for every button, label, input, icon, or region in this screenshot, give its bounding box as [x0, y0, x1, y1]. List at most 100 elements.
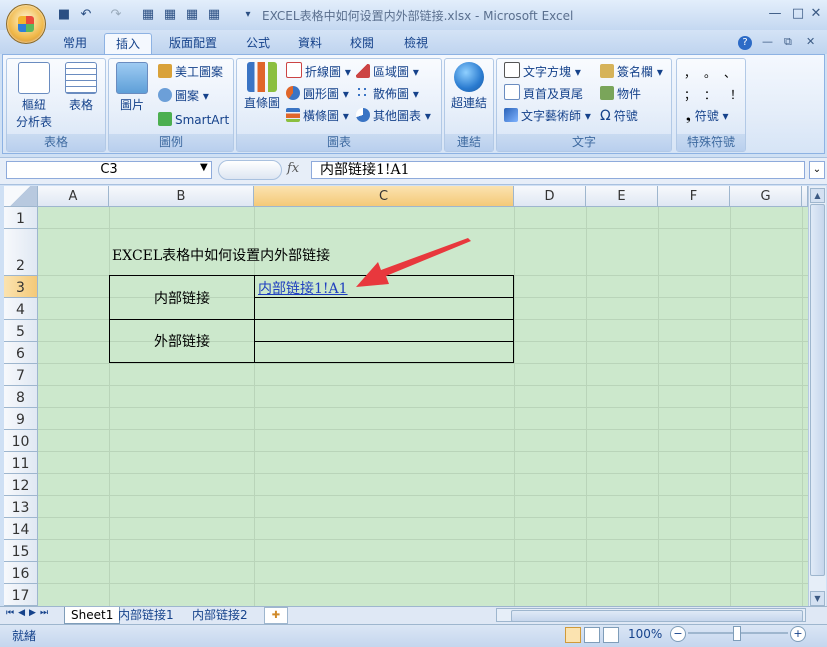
- shapes-button[interactable]: 圖案 ▾: [158, 86, 209, 106]
- tab-view[interactable]: 檢視: [396, 33, 436, 54]
- qa-customize-icon[interactable]: ▾: [240, 7, 256, 23]
- minimize-button[interactable]: —: [765, 5, 785, 23]
- column-header-a[interactable]: A: [38, 186, 109, 207]
- row-header-17[interactable]: 17: [4, 584, 38, 606]
- scatter-chart-button[interactable]: 散佈圖 ▾: [356, 84, 419, 104]
- cell-c6[interactable]: [254, 341, 514, 363]
- row-header-1[interactable]: 1: [4, 207, 38, 229]
- row-header-5[interactable]: 5: [4, 320, 38, 342]
- qa-table3-icon[interactable]: ▦: [184, 7, 200, 23]
- pivot-table-button[interactable]: 樞紐 分析表: [10, 62, 58, 130]
- close-button[interactable]: ✕: [806, 5, 826, 23]
- redo-icon[interactable]: ↷: [108, 7, 124, 23]
- row-header-14[interactable]: 14: [4, 518, 38, 540]
- bar-chart-button[interactable]: 橫條圖 ▾: [286, 106, 349, 126]
- tab-data[interactable]: 資料: [290, 33, 330, 54]
- hyperlink-text[interactable]: 内部链接1!A1: [258, 278, 348, 298]
- column-header-d[interactable]: D: [514, 186, 586, 207]
- page-layout-view-icon[interactable]: [584, 627, 600, 643]
- smartart-button[interactable]: SmartArt: [158, 110, 229, 130]
- sheet-nav-icons[interactable]: ⏮◀▶⏭: [6, 608, 52, 618]
- normal-view-icon[interactable]: [565, 627, 581, 643]
- row-header-8[interactable]: 8: [4, 386, 38, 408]
- zoom-out-icon[interactable]: −: [670, 626, 686, 642]
- cell-c5[interactable]: [254, 319, 514, 342]
- row-header-11[interactable]: 11: [4, 452, 38, 474]
- object-button[interactable]: 物件: [600, 84, 641, 104]
- row-header-4[interactable]: 4: [4, 298, 38, 320]
- cell-b2-title[interactable]: EXCEL表格中如何设置内外部链接: [112, 245, 330, 265]
- qa-table-icon[interactable]: ▦: [140, 7, 156, 23]
- hyperlink-button[interactable]: 超連結: [446, 62, 492, 111]
- ribbon-restore-icon[interactable]: ⧉: [784, 35, 792, 49]
- column-chart-button[interactable]: 直條圖: [240, 62, 284, 111]
- tab-page-layout[interactable]: 版面配置: [162, 33, 224, 54]
- row-header-2[interactable]: 2: [4, 229, 38, 276]
- row-header-10[interactable]: 10: [4, 430, 38, 452]
- tab-formulas[interactable]: 公式: [238, 33, 278, 54]
- row-header-13[interactable]: 13: [4, 496, 38, 518]
- area-chart-button[interactable]: 區域圖 ▾: [356, 62, 419, 82]
- pie-chart-button[interactable]: 圓形圖 ▾: [286, 84, 349, 104]
- tab-review[interactable]: 校閱: [342, 33, 382, 54]
- tab-insert[interactable]: 插入: [104, 33, 152, 55]
- cell-b5-merged[interactable]: 外部链接: [109, 319, 255, 363]
- maximize-button[interactable]: □: [788, 5, 808, 23]
- cell-c4[interactable]: [254, 297, 514, 320]
- row-header-3[interactable]: 3: [4, 276, 38, 298]
- zoom-slider-thumb[interactable]: [733, 626, 741, 641]
- other-chart-button[interactable]: 其他圖表 ▾: [356, 106, 431, 126]
- fx-icon[interactable]: fx: [287, 161, 299, 176]
- scroll-down-icon[interactable]: ▼: [810, 591, 825, 606]
- picture-button[interactable]: 圖片: [114, 62, 150, 113]
- column-header-c[interactable]: C: [254, 186, 514, 207]
- name-box[interactable]: C3: [6, 161, 212, 179]
- row-header-9[interactable]: 9: [4, 408, 38, 430]
- punctuation-row-1[interactable]: ，。、: [684, 64, 744, 81]
- sheet-tab-internal1[interactable]: 内部链接1: [112, 607, 180, 623]
- table-label: 表格: [68, 98, 93, 112]
- column-header-e[interactable]: E: [586, 186, 658, 207]
- row-header-6[interactable]: 6: [4, 342, 38, 364]
- header-footer-button[interactable]: 頁首及頁尾: [504, 84, 583, 104]
- ribbon-minimize-icon[interactable]: —: [762, 35, 773, 48]
- workbook-close-icon[interactable]: ✕: [806, 35, 815, 48]
- office-button[interactable]: [6, 4, 46, 44]
- scroll-up-icon[interactable]: ▲: [810, 188, 825, 203]
- qa-table2-icon[interactable]: ▦: [162, 7, 178, 23]
- row-header-16[interactable]: 16: [4, 562, 38, 584]
- column-header-b[interactable]: B: [109, 186, 254, 207]
- page-break-view-icon[interactable]: [603, 627, 619, 643]
- cell-b3-merged[interactable]: 内部链接: [109, 275, 255, 320]
- sheet-tab-internal2[interactable]: 内部链接2: [186, 607, 254, 623]
- undo-icon[interactable]: ↶: [78, 7, 94, 23]
- horizontal-scrollbar[interactable]: [496, 608, 806, 622]
- select-all-corner[interactable]: [4, 186, 38, 207]
- punctuation-row-2[interactable]: ；：！: [684, 86, 744, 103]
- help-icon[interactable]: ?: [738, 36, 752, 50]
- textbox-button[interactable]: 文字方塊 ▾: [504, 62, 581, 82]
- row-header-12[interactable]: 12: [4, 474, 38, 496]
- symbol-button[interactable]: Ω 符號: [600, 106, 638, 126]
- save-icon[interactable]: ■: [56, 7, 72, 23]
- formula-input[interactable]: 内部链接1!A1: [311, 161, 805, 179]
- row-header-15[interactable]: 15: [4, 540, 38, 562]
- row-header-7[interactable]: 7: [4, 364, 38, 386]
- wordart-button[interactable]: 文字藝術師 ▾: [504, 106, 591, 126]
- insert-sheet-icon[interactable]: ✚: [264, 607, 288, 624]
- scroll-thumb[interactable]: [810, 204, 825, 576]
- hscroll-thumb[interactable]: [511, 610, 803, 622]
- line-chart-button[interactable]: 折線圖 ▾: [286, 62, 351, 82]
- qa-table4-icon[interactable]: ▦: [206, 7, 222, 23]
- column-header-f[interactable]: F: [658, 186, 730, 207]
- table-button[interactable]: 表格: [60, 62, 102, 113]
- zoom-in-icon[interactable]: +: [790, 626, 806, 642]
- name-box-dropdown-icon[interactable]: ▼: [200, 162, 208, 173]
- column-header-g[interactable]: G: [730, 186, 802, 207]
- zoom-level[interactable]: 100%: [628, 627, 662, 641]
- special-symbol-button[interactable]: ❟ 符號 ▾: [686, 106, 729, 126]
- expand-formula-icon[interactable]: ⌄: [809, 161, 825, 179]
- signature-button[interactable]: 簽名欄 ▾: [600, 62, 663, 82]
- tab-home[interactable]: 常用: [52, 33, 98, 54]
- clipart-button[interactable]: 美工圖案: [158, 62, 223, 82]
